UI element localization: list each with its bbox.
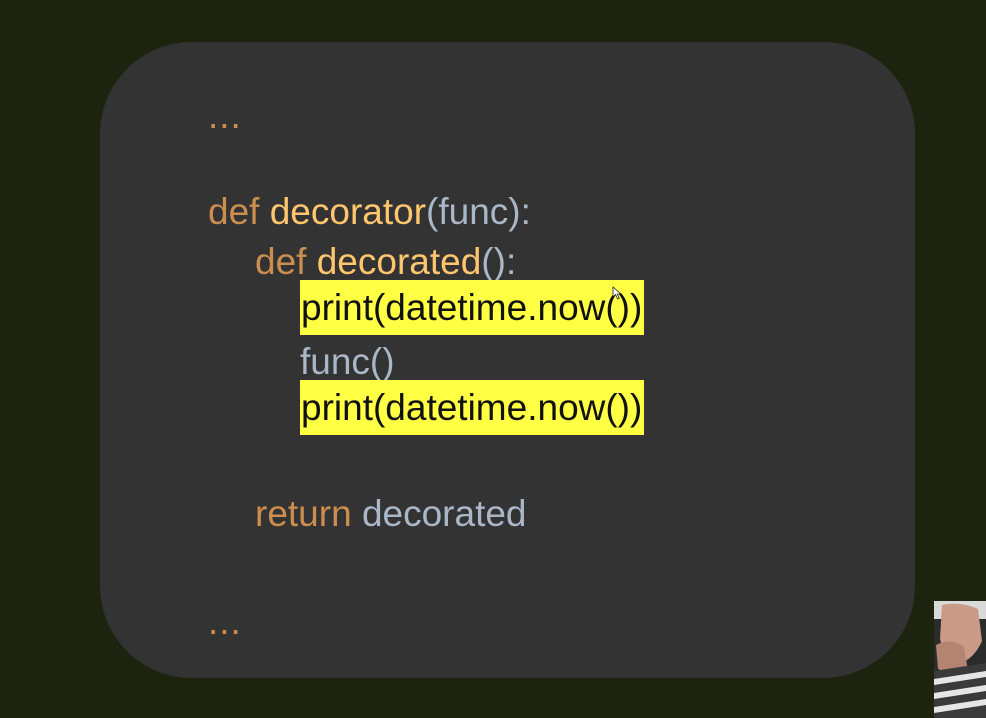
decorated-signature: (): [481, 241, 517, 282]
code-line-def-decorated: def decorated(): [255, 240, 516, 284]
returned-name: decorated [361, 493, 527, 534]
webcam-feed-image [934, 601, 986, 718]
presentation-stage: ... def decorator(func): def decorated()… [0, 0, 986, 718]
code-ellipsis-top: ... [208, 95, 242, 136]
mouse-pointer-icon [612, 286, 622, 300]
code-line-print-highlighted-1: print(datetime.now()) [300, 280, 645, 335]
function-name-decorated: decorated [316, 241, 482, 282]
code-line-func-call: func() [300, 341, 395, 382]
keyword-def: def [208, 191, 260, 232]
code-line-print-highlighted-2: print(datetime.now()) [300, 380, 645, 435]
code-line-return: return decorated [255, 492, 527, 536]
keyword-def: def [255, 241, 307, 282]
code-ellipsis-bottom: ... [208, 601, 242, 642]
code-line-def-decorator: def decorator(func): [208, 190, 531, 234]
function-name-decorator: decorator [269, 191, 427, 232]
decorator-signature: (func): [426, 191, 531, 232]
webcam-overlay [934, 601, 986, 718]
code-slide-card: ... def decorator(func): def decorated()… [100, 42, 915, 678]
keyword-return: return [255, 493, 352, 534]
